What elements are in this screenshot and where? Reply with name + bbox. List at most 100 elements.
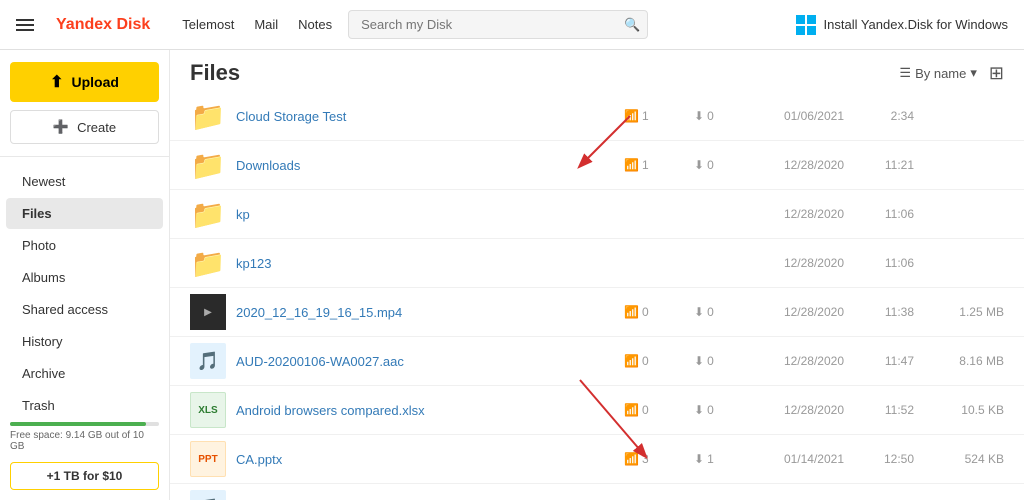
folder-icon: 📁 xyxy=(190,196,226,232)
chevron-down-icon: ▾ xyxy=(970,65,977,81)
file-shared: 📶3 xyxy=(624,452,664,466)
file-size: 1.25 MB xyxy=(944,305,1004,319)
file-time: 11:38 xyxy=(874,305,914,319)
file-shared: 📶1 xyxy=(624,158,664,172)
file-name[interactable]: CA.pptx xyxy=(236,452,624,467)
sidebar-item-shared[interactable]: Shared access xyxy=(6,294,163,325)
upgrade-button[interactable]: +1 TB for $10 xyxy=(10,462,159,490)
upload-label: Upload xyxy=(71,74,118,90)
table-row: 🎵 AUD-20200106-WA0027.aac 📶0 ⬇0 12/28/20… xyxy=(170,337,1024,386)
sidebar-scroll: Newest Files Photo Albums Shared access … xyxy=(0,161,169,416)
file-downloads: ⬇0 xyxy=(694,354,734,368)
upload-icon: ⬆ xyxy=(50,72,63,92)
install-banner[interactable]: Install Yandex.Disk for Windows xyxy=(796,15,1008,35)
file-meta: 📶0 ⬇0 12/28/2020 11:47 8.16 MB xyxy=(624,354,1004,368)
sidebar-item-newest[interactable]: Newest xyxy=(6,166,163,197)
toolbar-right: ☰ By name ▾ ⊞ xyxy=(899,63,1004,84)
table-row: PPT CA.pptx 📶3 ⬇1 01/14/2021 12:50 524 K… xyxy=(170,435,1024,484)
install-label: Install Yandex.Disk for Windows xyxy=(824,17,1008,32)
plus-icon: ➕ xyxy=(53,119,69,135)
sidebar-actions: ⬆ Upload ➕ Create xyxy=(0,50,169,152)
nav-telemost[interactable]: Telemost xyxy=(182,17,234,32)
sort-icon: ☰ xyxy=(899,65,911,81)
file-time: 12:50 xyxy=(874,452,914,466)
file-date: 12/28/2020 xyxy=(764,354,844,368)
app-header: Yandex Disk Telemost Mail Notes 🔍 Instal… xyxy=(0,0,1024,50)
hamburger-menu[interactable] xyxy=(16,19,34,31)
folder-icon: 📁 xyxy=(190,245,226,281)
xlsx-thumbnail: XLS xyxy=(190,392,226,428)
storage-bar-fill xyxy=(10,422,146,426)
upload-button[interactable]: ⬆ Upload xyxy=(10,62,159,102)
windows-icon xyxy=(796,15,816,35)
table-row: XLS Android browsers compared.xlsx 📶0 ⬇0… xyxy=(170,386,1024,435)
file-name[interactable]: 2020_12_16_19_16_15.mp4 xyxy=(236,305,624,320)
logo-text: Yandex Disk xyxy=(56,16,150,34)
file-meta: 📶3 ⬇1 01/14/2021 12:50 524 KB xyxy=(624,452,1004,466)
sidebar-divider xyxy=(0,156,169,157)
main-layout: ⬆ Upload ➕ Create Newest Files Photo Alb… xyxy=(0,50,1024,500)
file-name[interactable]: kp xyxy=(236,207,624,222)
table-row: 📁 Downloads 📶1 ⬇0 12/28/2020 11:21 xyxy=(170,141,1024,190)
sidebar-item-albums[interactable]: Albums xyxy=(6,262,163,293)
create-button[interactable]: ➕ Create xyxy=(10,110,159,144)
search-input[interactable] xyxy=(348,10,648,39)
file-shared: 📶0 xyxy=(624,305,664,319)
file-downloads: ⬇1 xyxy=(694,452,734,466)
file-size: 10.5 KB xyxy=(944,403,1004,417)
file-size: 524 KB xyxy=(944,452,1004,466)
nav-notes[interactable]: Notes xyxy=(298,17,332,32)
file-downloads: ⬇0 xyxy=(694,109,734,123)
file-time: 11:47 xyxy=(874,354,914,368)
sidebar-item-archive[interactable]: Archive xyxy=(6,358,163,389)
file-name[interactable]: kp123 xyxy=(236,256,624,271)
file-name[interactable]: Android browsers compared.xlsx xyxy=(236,403,624,418)
table-row: 📁 Cloud Storage Test 📶1 ⬇0 01/06/2021 2:… xyxy=(170,92,1024,141)
logo[interactable]: Yandex Disk xyxy=(56,16,150,34)
file-date: 01/14/2021 xyxy=(764,452,844,466)
main-content: Files ☰ By name ▾ ⊞ 📁 Cloud Storage Test xyxy=(170,50,1024,500)
file-date: 01/06/2021 xyxy=(764,109,844,123)
sort-label: By name xyxy=(915,66,966,81)
table-row: 📁 kp 12/28/2020 11:06 xyxy=(170,190,1024,239)
audio-thumbnail: 🎵 xyxy=(190,343,226,379)
storage-text: Free space: 9.14 GB out of 10 GB xyxy=(10,430,159,452)
search-container: 🔍 xyxy=(348,10,648,39)
file-date: 12/28/2020 xyxy=(764,207,844,221)
file-time: 11:06 xyxy=(874,256,914,270)
file-name[interactable]: Cloud Storage Test xyxy=(236,109,624,124)
file-size: 8.16 MB xyxy=(944,354,1004,368)
file-time: 11:52 xyxy=(874,403,914,417)
folder-icon: 📁 xyxy=(190,98,226,134)
file-downloads: ⬇0 xyxy=(694,305,734,319)
file-meta: 📶1 ⬇0 01/06/2021 2:34 xyxy=(624,109,1004,123)
file-time: 11:21 xyxy=(874,158,914,172)
file-meta: 12/28/2020 11:06 xyxy=(624,207,1004,221)
sidebar-nav: Newest Files Photo Albums Shared access … xyxy=(0,161,169,416)
file-name[interactable]: AUD-20200106-WA0027.aac xyxy=(236,354,624,369)
video-thumbnail: ▶ xyxy=(190,294,226,330)
table-row: 📁 kp123 12/28/2020 11:06 xyxy=(170,239,1024,288)
table-row: 🎵 Kinds of Research.m4a 12/28/2020 11:58… xyxy=(170,484,1024,500)
main-toolbar: Files ☰ By name ▾ ⊞ xyxy=(170,50,1024,92)
file-meta: 📶0 ⬇0 12/28/2020 11:52 10.5 KB xyxy=(624,403,1004,417)
sidebar-item-photo[interactable]: Photo xyxy=(6,230,163,261)
file-meta: 12/28/2020 11:06 xyxy=(624,256,1004,270)
file-shared: 📶0 xyxy=(624,403,664,417)
sort-button[interactable]: ☰ By name ▾ xyxy=(899,65,977,81)
sidebar-item-history[interactable]: History xyxy=(6,326,163,357)
file-list: 📁 Cloud Storage Test 📶1 ⬇0 01/06/2021 2:… xyxy=(170,92,1024,500)
file-shared: 📶1 xyxy=(624,109,664,123)
sidebar-item-trash[interactable]: Trash xyxy=(6,390,163,416)
sidebar-item-files[interactable]: Files xyxy=(6,198,163,229)
file-meta: 📶0 ⬇0 12/28/2020 11:38 1.25 MB xyxy=(624,305,1004,319)
file-date: 12/28/2020 xyxy=(764,158,844,172)
file-downloads: ⬇0 xyxy=(694,158,734,172)
pptx-thumbnail: PPT xyxy=(190,441,226,477)
file-date: 12/28/2020 xyxy=(764,403,844,417)
grid-view-button[interactable]: ⊞ xyxy=(989,63,1004,84)
create-label: Create xyxy=(77,120,116,135)
file-meta: 📶1 ⬇0 12/28/2020 11:21 xyxy=(624,158,1004,172)
file-name[interactable]: Downloads xyxy=(236,158,624,173)
nav-mail[interactable]: Mail xyxy=(254,17,278,32)
